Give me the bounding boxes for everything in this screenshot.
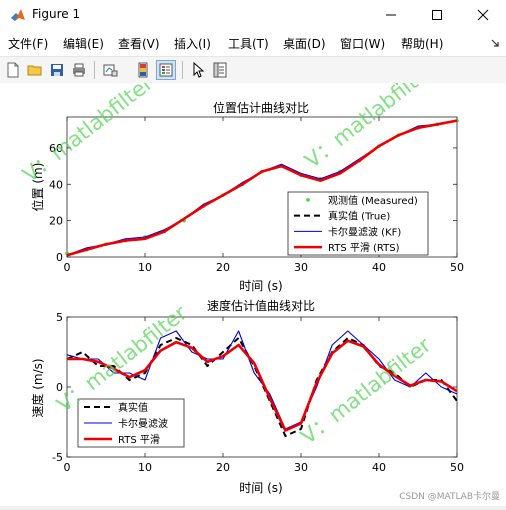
chart1-title: 位置估计曲线对比 <box>213 100 309 115</box>
close-button[interactable] <box>460 0 506 30</box>
link-plot-icon <box>103 64 118 77</box>
menu-bar: 文件(F) 编辑(E) 查看(V) 插入(I) 工具(T) 桌面(D) 窗口(W… <box>0 30 506 56</box>
menu-view[interactable]: 查看(V) <box>118 35 160 52</box>
y-tick-label: 0 <box>56 251 63 264</box>
x-tick-label: 10 <box>138 461 152 474</box>
y-tick-label: 40 <box>49 178 63 191</box>
menu-desktop[interactable]: 桌面(D) <box>283 35 326 52</box>
open-folder-icon <box>27 65 42 76</box>
legend-label: 观测值 (Measured) <box>328 194 418 207</box>
pointer-icon <box>193 62 205 78</box>
x-tick-label: 40 <box>372 461 386 474</box>
x-tick-label: 20 <box>216 461 230 474</box>
new-figure-button[interactable] <box>3 60 23 80</box>
save-button[interactable] <box>47 60 67 80</box>
x-tick-label: 50 <box>450 261 464 274</box>
figure-canvas: 位置估计曲线对比 时间 (s) 位置 (m) 0 10 20 30 40 50 0 20 40 6… <box>0 57 506 506</box>
credit-text: CSDN @MATLAB卡尔曼 <box>399 490 500 502</box>
x-tick-label: 30 <box>294 261 308 274</box>
legend-label: 卡尔曼滤波 (KF) <box>328 225 401 238</box>
legend-label: RTS 平滑 (RTS) <box>328 242 400 254</box>
minimize-button[interactable] <box>368 0 414 30</box>
y-tick-label: 20 <box>49 215 63 228</box>
legend-label: 真实值 (True) <box>328 210 390 223</box>
legend-label: 真实值 <box>118 401 148 414</box>
legend-marker <box>306 198 310 202</box>
maximize-button[interactable] <box>414 0 460 30</box>
chart2-ylabel: 速度 (m/s) <box>30 358 45 417</box>
chart2-title: 速度估计值曲线对比 <box>207 298 315 313</box>
x-tick-label: 50 <box>450 461 464 474</box>
legend-label: 卡尔曼滤波 <box>118 417 168 430</box>
print-button[interactable] <box>69 60 89 80</box>
property-inspector-button[interactable] <box>210 60 230 80</box>
open-button[interactable] <box>25 60 45 80</box>
legend-label: RTS 平滑 <box>118 434 160 446</box>
figure-svg: 位置估计曲线对比 时间 (s) 位置 (m) 0 10 20 30 40 50020406… <box>18 57 500 502</box>
colorbar-button[interactable] <box>133 60 153 80</box>
minimize-icon <box>386 14 396 16</box>
chart1-xlabel: 时间 (s) <box>239 279 282 293</box>
chart2-xlabel: 时间 (s) <box>239 481 282 495</box>
link-plot-button[interactable] <box>100 60 120 80</box>
menu-edit[interactable]: 编辑(E) <box>63 35 104 52</box>
print-icon <box>73 63 85 77</box>
x-tick-label: 40 <box>372 261 386 274</box>
close-icon <box>477 9 489 21</box>
menu-tools[interactable]: 工具(T) <box>228 35 269 52</box>
menu-window[interactable]: 窗口(W) <box>340 35 385 52</box>
menu-insert[interactable]: 插入(I) <box>174 35 211 52</box>
property-inspector-icon <box>213 62 227 78</box>
toolbar <box>0 56 506 84</box>
dock-arrow-icon[interactable] <box>490 38 500 48</box>
x-tick-label: 10 <box>138 261 152 274</box>
y-tick-label: -5 <box>52 451 63 464</box>
save-icon <box>51 64 63 76</box>
x-tick-label: 0 <box>64 461 71 474</box>
y-tick-label: 5 <box>56 311 63 324</box>
maximize-icon <box>432 10 442 20</box>
title-bar: Figure 1 <box>0 0 506 30</box>
x-tick-label: 20 <box>216 261 230 274</box>
legend-icon <box>159 63 173 77</box>
colorbar-icon <box>138 62 148 78</box>
velocity-chart: 速度估计值曲线对比 时间 (s) 速度 (m/s) 0 10 20 30 40 50-50… <box>30 298 464 495</box>
x-tick-label: 30 <box>294 461 308 474</box>
pointer-button[interactable] <box>188 60 208 80</box>
window-title: Figure 1 <box>32 7 81 21</box>
matlab-icon <box>11 9 25 21</box>
new-file-icon <box>7 62 19 78</box>
menu-help[interactable]: 帮助(H) <box>401 35 443 52</box>
x-tick-label: 0 <box>64 261 71 274</box>
menu-file[interactable]: 文件(F) <box>8 35 48 52</box>
legend-button[interactable] <box>156 60 176 80</box>
